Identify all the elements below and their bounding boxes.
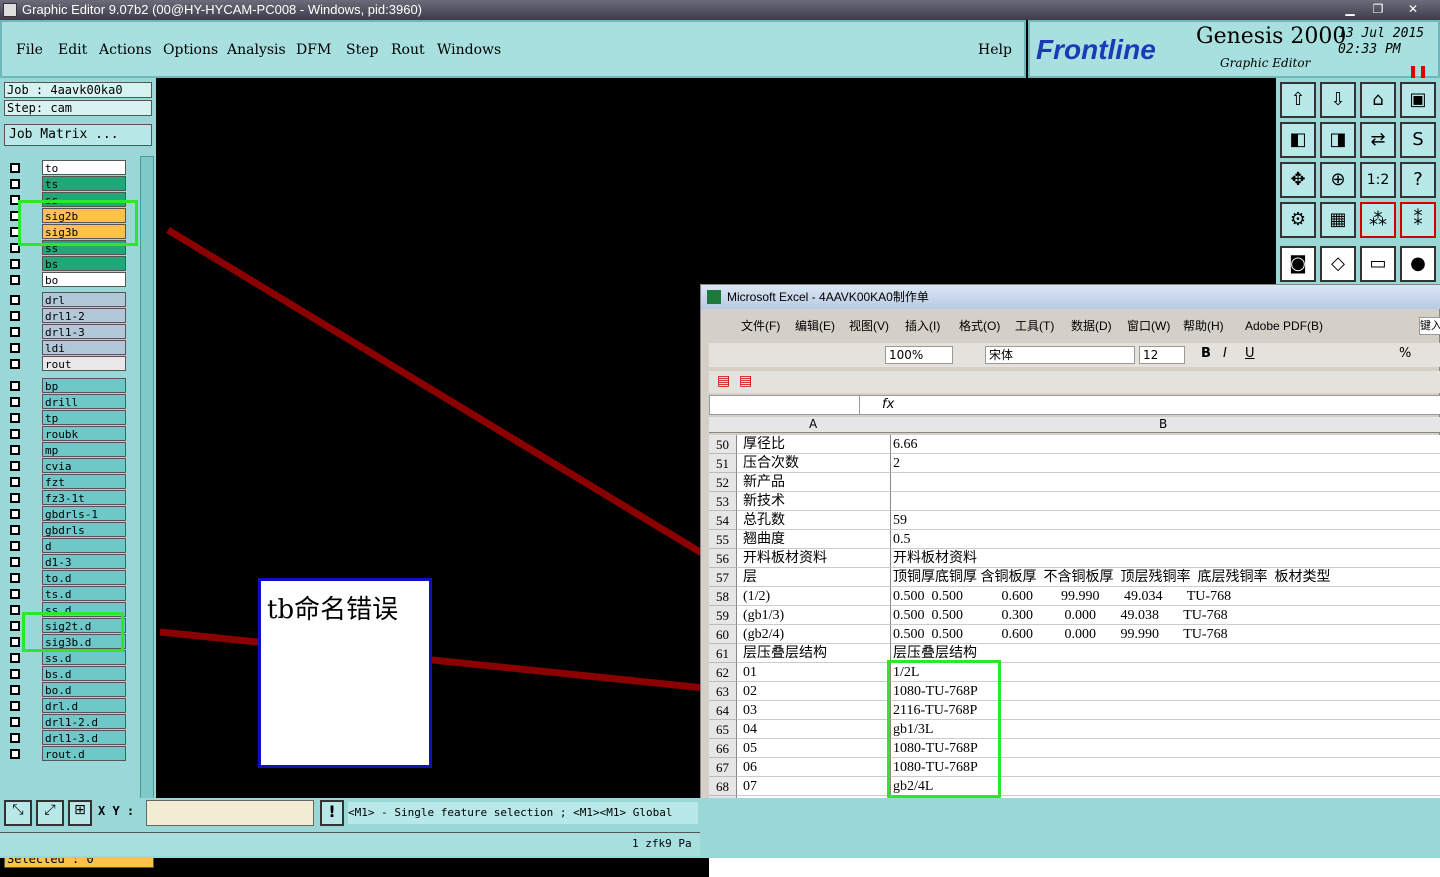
cell-a[interactable]: 厚径比 — [737, 435, 891, 454]
col-b-header[interactable]: B — [1159, 417, 1167, 431]
excel-title: Microsoft Excel - 4AAVK00KA0制作单 — [701, 285, 1440, 309]
excel-menu-item[interactable]: 数据(D) — [1071, 315, 1112, 337]
italic-icon[interactable]: I — [1223, 346, 1227, 361]
cell-b[interactable]: 开料板材资料 — [891, 549, 1440, 568]
cell-a[interactable]: 02 — [737, 682, 891, 701]
excel-menu-item[interactable]: 窗口(W) — [1127, 315, 1170, 337]
excel-menu-item[interactable]: 插入(I) — [905, 315, 940, 337]
excel-menu-item[interactable]: 文件(F) — [741, 315, 780, 337]
cell-b[interactable] — [891, 492, 1440, 511]
cell-a[interactable]: 总孔数 — [737, 511, 891, 530]
row-header[interactable]: 65 — [709, 720, 737, 739]
row-header[interactable]: 66 — [709, 739, 737, 758]
percent-icon[interactable]: % — [1399, 346, 1411, 361]
excel-toolbar: 100% 宋体 12 B I U % — [709, 343, 1440, 367]
status-message: <M1> - Single feature selection ; <M1><M… — [348, 802, 698, 824]
col-a-header[interactable]: A — [809, 417, 817, 431]
xy-input[interactable] — [146, 800, 314, 826]
pdf-toolbar: ▤ ▤ — [709, 371, 1440, 393]
help-search-box[interactable]: 键入 — [1419, 317, 1440, 335]
cell-b[interactable]: 0.500 0.500 0.600 99.990 49.034 TU-768 — [891, 587, 1440, 606]
cell-b[interactable]: 0.5 — [891, 530, 1440, 549]
cell-a[interactable]: 01 — [737, 663, 891, 682]
cell-a[interactable]: 层压叠层结构 — [737, 644, 891, 663]
cell-a[interactable]: 04 — [737, 720, 891, 739]
cell-a[interactable]: 开料板材资料 — [737, 549, 891, 568]
row-header[interactable]: 64 — [709, 701, 737, 720]
cell-a[interactable]: 07 — [737, 777, 891, 796]
cell-b[interactable]: 6.66 — [891, 435, 1440, 454]
xy-label: X Y : — [98, 804, 135, 818]
cell-a[interactable]: 05 — [737, 739, 891, 758]
row-header[interactable]: 56 — [709, 549, 737, 568]
cell-a[interactable]: (gb2/4) — [737, 625, 891, 644]
cell-b[interactable]: 0.500 0.500 0.600 0.000 99.990 TU-768 — [891, 625, 1440, 644]
row-header[interactable]: 61 — [709, 644, 737, 663]
cell-a[interactable]: 新产品 — [737, 473, 891, 492]
excel-icon — [707, 290, 721, 304]
row-header[interactable]: 54 — [709, 511, 737, 530]
pdf-icon[interactable]: ▤ — [717, 373, 730, 389]
zoom-area-icon[interactable]: ⤡ — [4, 800, 32, 826]
cell-b[interactable] — [891, 473, 1440, 492]
excel-menu-item[interactable]: 工具(T) — [1015, 315, 1054, 337]
underline-icon[interactable]: U — [1245, 346, 1255, 361]
cell-b[interactable]: 2 — [891, 454, 1440, 473]
row-header[interactable]: 53 — [709, 492, 737, 511]
column-headers: A B — [709, 417, 1440, 433]
row-header[interactable]: 68 — [709, 777, 737, 796]
grid-icon[interactable]: ⊞ — [68, 800, 92, 826]
fx-icon: fx — [882, 397, 895, 412]
row-header[interactable]: 60 — [709, 625, 737, 644]
row-header[interactable]: 58 — [709, 587, 737, 606]
row-header[interactable]: 67 — [709, 758, 737, 777]
zoom-select[interactable]: 100% — [885, 346, 953, 364]
cell-a[interactable]: 03 — [737, 701, 891, 720]
excel-menu-item[interactable]: 帮助(H) — [1183, 315, 1224, 337]
row-header[interactable]: 63 — [709, 682, 737, 701]
bottom-status-bar: ⤡ ⤢ ⊞ X Y : ! <M1> - Single feature sele… — [0, 798, 1440, 858]
row-header[interactable]: 50 — [709, 435, 737, 454]
bold-icon[interactable]: B — [1201, 346, 1211, 361]
excel-menu-item[interactable]: Adobe PDF(B) — [1245, 315, 1323, 337]
pdf-mail-icon[interactable]: ▤ — [739, 373, 752, 389]
row-header[interactable]: 62 — [709, 663, 737, 682]
cell-a[interactable]: 新技术 — [737, 492, 891, 511]
cell-a[interactable]: 压合次数 — [737, 454, 891, 473]
cell-b[interactable]: 0.500 0.500 0.300 0.000 49.038 TU-768 — [891, 606, 1440, 625]
cell-a[interactable]: 06 — [737, 758, 891, 777]
cell-b[interactable]: 59 — [891, 511, 1440, 530]
excel-menu-item[interactable]: 视图(V) — [849, 315, 889, 337]
size-select[interactable]: 12 — [1139, 346, 1185, 364]
row-header[interactable]: 59 — [709, 606, 737, 625]
cell-a[interactable]: 层 — [737, 568, 891, 587]
name-box[interactable] — [710, 396, 860, 414]
footer-text: 1 zfk9 Pa — [632, 837, 692, 850]
cell-b[interactable]: 顶铜厚底铜厚 含铜板厚 不含铜板厚 顶层残铜率 底层残铜率 板材类型 — [891, 568, 1440, 587]
cell-a[interactable]: (gb1/3) — [737, 606, 891, 625]
excel-menu-item[interactable]: 编辑(E) — [795, 315, 835, 337]
row-header[interactable]: 52 — [709, 473, 737, 492]
row-header[interactable]: 57 — [709, 568, 737, 587]
cell-a[interactable]: 翘曲度 — [737, 530, 891, 549]
alert-icon[interactable]: ! — [320, 800, 344, 826]
font-select[interactable]: 宋体 — [985, 346, 1135, 364]
row-header[interactable]: 55 — [709, 530, 737, 549]
formula-bar[interactable]: fx — [709, 395, 1440, 415]
highlight-stackup-cells — [887, 660, 1001, 798]
row-header[interactable]: 51 — [709, 454, 737, 473]
zoom-fit-icon[interactable]: ⤢ — [36, 800, 64, 826]
excel-window: Microsoft Excel - 4AAVK00KA0制作单 文件(F) 编辑(… — [700, 284, 1440, 877]
annotation-callout: tb命名错误 — [258, 578, 432, 768]
footer-bar: 1 zfk9 Pa — [0, 832, 700, 856]
excel-menu-item[interactable]: 格式(O) — [959, 315, 1000, 337]
cell-a[interactable]: (1/2) — [737, 587, 891, 606]
